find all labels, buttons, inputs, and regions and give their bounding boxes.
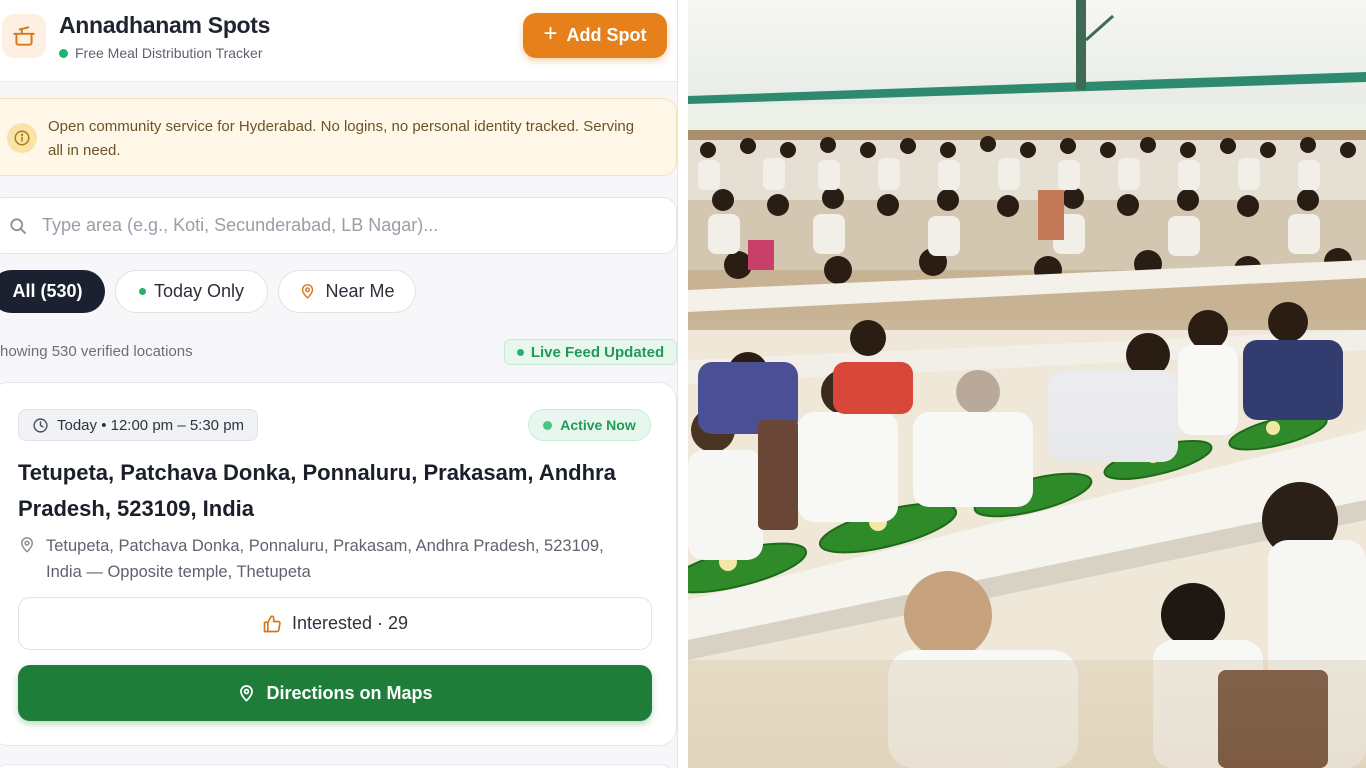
- filter-all[interactable]: All (530): [0, 270, 105, 313]
- search-input[interactable]: [42, 215, 642, 236]
- cooking-pot-icon: [13, 26, 35, 46]
- results-count: howing 530 verified locations: [0, 343, 193, 360]
- live-dot-icon: [516, 348, 524, 356]
- filter-all-label: All (530): [12, 281, 83, 301]
- interested-label: Interested · 29: [291, 613, 409, 633]
- app-panel: Annadhanam Spots Free Meal Distribution …: [0, 0, 678, 768]
- status-badge: Active Now: [528, 409, 651, 441]
- today-dot-icon: [138, 288, 146, 295]
- filter-near-label: Near Me: [325, 281, 395, 301]
- plus-icon: +: [543, 20, 558, 47]
- filter-today[interactable]: Today Only: [115, 270, 268, 313]
- time-text: Today • 12:00 pm – 5:30 pm: [57, 416, 245, 434]
- active-dot-icon: [543, 420, 553, 430]
- notice-text: Open community service for Hyderabad. No…: [48, 118, 635, 159]
- time-badge: Today • 12:00 pm – 5:30 pm: [18, 409, 259, 441]
- live-feed-badge: Live Feed Updated: [504, 339, 677, 365]
- filter-near-me[interactable]: Near Me: [278, 270, 416, 313]
- community-meal-photo: [688, 0, 1366, 768]
- subtitle-text: Free Meal Distribution Tracker: [75, 45, 263, 61]
- add-spot-label: Add Spot: [566, 25, 647, 45]
- filter-today-label: Today Only: [153, 281, 245, 301]
- app-header: Annadhanam Spots Free Meal Distribution …: [0, 0, 677, 82]
- address-text: Tetupeta, Patchava Donka, Ponnaluru, Pra…: [46, 537, 604, 581]
- map-pin-icon: [240, 684, 254, 701]
- app-logo: [2, 14, 46, 58]
- interested-button[interactable]: Interested · 29: [18, 597, 652, 650]
- info-notice: Open community service for Hyderabad. No…: [0, 98, 677, 176]
- spot-address: Tetupeta, Patchava Donka, Ponnaluru, Pra…: [18, 533, 638, 585]
- search-bar: [0, 197, 677, 254]
- info-icon: [7, 123, 37, 153]
- app-subtitle: Free Meal Distribution Tracker: [59, 45, 263, 61]
- directions-button[interactable]: Directions on Maps: [18, 665, 652, 721]
- add-spot-button[interactable]: + Add Spot: [523, 13, 667, 58]
- location-pin-icon: [302, 284, 314, 299]
- location-pin-icon: [21, 537, 33, 553]
- app-title: Annadhanam Spots: [59, 12, 271, 38]
- status-text: Active Now: [560, 417, 636, 433]
- directions-label: Directions on Maps: [266, 682, 433, 703]
- spot-card: Today • 12:00 pm – 5:30 pm Active Now Te…: [0, 382, 677, 746]
- thumbs-up-icon: [263, 614, 281, 632]
- search-icon: [8, 215, 30, 237]
- next-spot-card: [0, 764, 677, 768]
- clock-icon: [33, 417, 48, 433]
- live-feed-label: Live Feed Updated: [530, 343, 665, 361]
- status-dot: [59, 48, 68, 58]
- spot-title: Tetupeta, Patchava Donka, Ponnaluru, Pra…: [18, 460, 616, 521]
